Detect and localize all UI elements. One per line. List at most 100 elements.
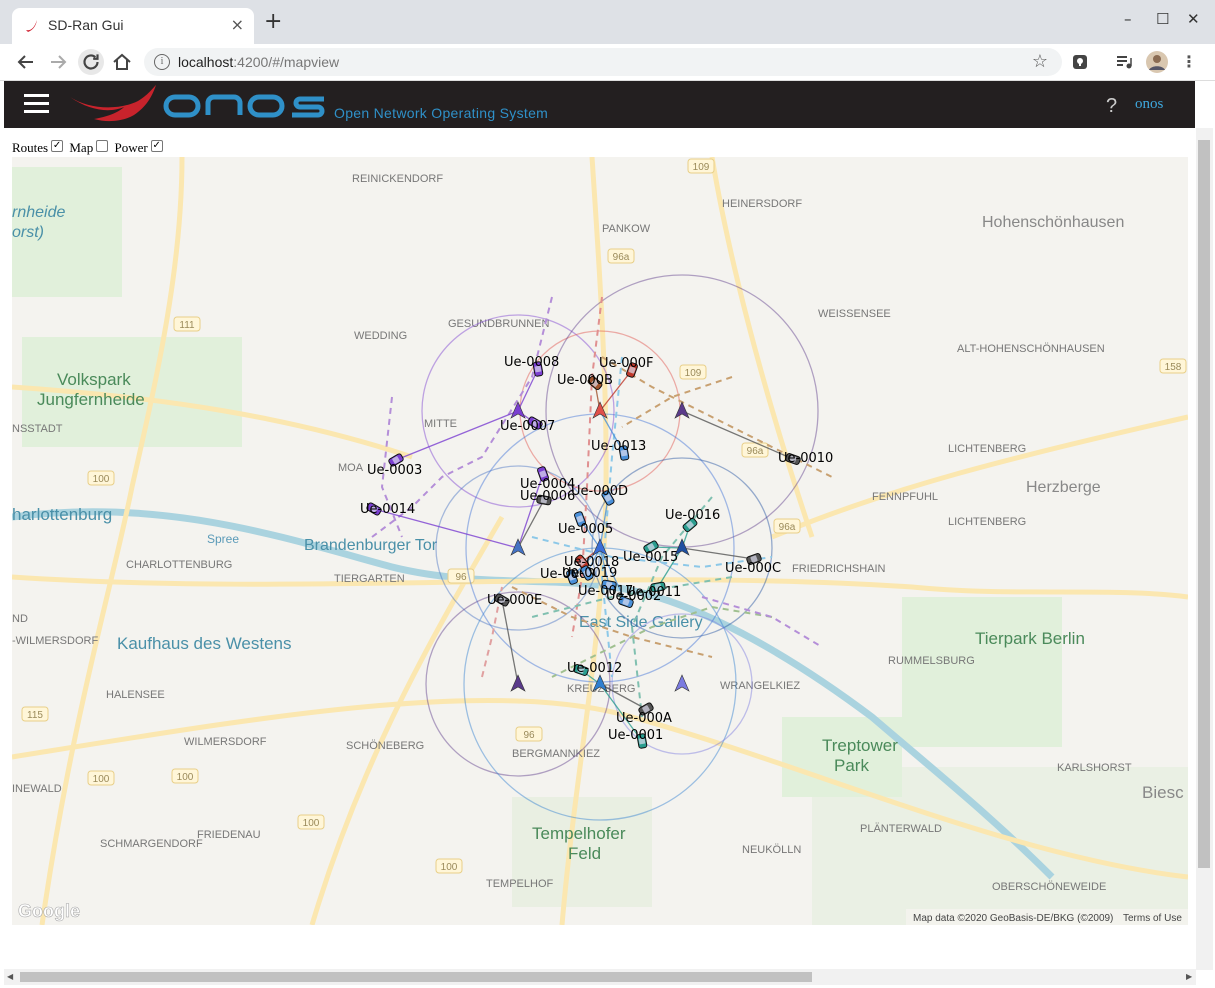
map-place-label: -WILMERSDORF [12, 635, 98, 647]
back-icon[interactable] [14, 50, 38, 74]
extension-shield-icon[interactable] [1070, 52, 1090, 72]
map-place-label: WRANGELKIEZ [720, 680, 800, 692]
map-place-label: WILMERSDORF [184, 736, 267, 748]
home-icon[interactable] [110, 50, 134, 74]
maximize-icon[interactable]: ☐ [1156, 10, 1169, 28]
road-shield: 100 [87, 470, 115, 486]
url-input[interactable]: i localhost:4200/#/mapview ☆ [144, 48, 1062, 76]
map-place-label: KARLSHORST [1057, 762, 1132, 774]
svg-text:100: 100 [441, 862, 458, 873]
map-place-label: RUMMELSBURG [888, 655, 975, 667]
tab-title: SD-Ran Gui [48, 17, 124, 33]
onos-header: Open Network Operating System ? onos [4, 81, 1195, 128]
map-place-label: REINICKENDORF [352, 173, 443, 185]
ue-marker[interactable]: Ue-000E [487, 593, 542, 608]
ue-label: Ue-0012 [567, 661, 622, 676]
ue-label: Ue-0013 [591, 439, 646, 454]
svg-text:115: 115 [27, 710, 43, 721]
terms-of-use-link[interactable]: Terms of Use [1123, 913, 1182, 924]
chrome-menu-icon[interactable]: ⋮ [1177, 50, 1201, 74]
help-icon[interactable]: ? [1106, 95, 1117, 118]
hamburger-menu-icon[interactable] [24, 94, 49, 114]
reload-icon[interactable] [78, 49, 104, 75]
google-logo: Google [18, 901, 80, 921]
svg-text:111: 111 [179, 320, 195, 331]
map-place-label: LICHTENBERG [948, 516, 1026, 528]
map-place-label: orst) [12, 224, 44, 241]
svg-text:96a: 96a [747, 446, 764, 457]
map-checkbox[interactable] [96, 140, 109, 153]
ue-marker[interactable]: Ue-0019 [562, 565, 617, 581]
svg-text:96: 96 [455, 572, 467, 583]
horizontal-scrollbar[interactable]: ◀ ▶ [4, 969, 1196, 985]
map-place-label: HALENSEE [106, 689, 165, 701]
vertical-scrollbar[interactable] [1196, 128, 1213, 970]
map-place-label: SCHÖNEBERG [346, 740, 424, 752]
ue-marker[interactable]: Ue-0007 [500, 416, 555, 434]
road-shield: 96 [515, 726, 543, 742]
power-checkbox[interactable]: ✓ [150, 140, 163, 153]
svg-text:158: 158 [1165, 362, 1182, 373]
scroll-right-icon[interactable]: ▶ [1186, 972, 1192, 981]
ue-marker[interactable]: Ue-0006 [520, 489, 575, 506]
new-tab-button[interactable]: + [264, 11, 282, 33]
ue-label: Ue-0007 [500, 419, 555, 434]
routes-checkbox[interactable]: ✓ [51, 140, 64, 153]
ue-label: Ue-000A [616, 711, 672, 726]
tab-close-icon[interactable]: × [231, 15, 244, 34]
site-info-icon[interactable]: i [154, 54, 170, 70]
onos-favicon-icon [26, 20, 37, 32]
map-place-label: Brandenburger Tor [304, 537, 438, 554]
close-window-icon[interactable]: ✕ [1187, 10, 1200, 28]
map-place-label: BERGMANNKIEZ [512, 748, 600, 760]
map-place-label: FRIEDENAU [197, 829, 261, 841]
map-data-attribution: Map data ©2020 GeoBasis-DE/BKG (©2009) [913, 913, 1113, 924]
bookmark-star-icon[interactable]: ☆ [1032, 51, 1048, 72]
map-label: Map [69, 140, 94, 156]
road-shield: 96a [607, 248, 635, 264]
ue-label: Ue-0019 [562, 566, 617, 581]
ue-marker[interactable]: Ue-0011 [626, 581, 681, 600]
user-name-link[interactable]: onos [1135, 96, 1163, 113]
map-place-label: NSSTADT [12, 423, 63, 435]
profile-avatar[interactable] [1146, 51, 1168, 73]
map-place-label: SCHMARGENDORF [100, 838, 203, 850]
map-canvas[interactable]: 109 111 96a 109 100 158 96a 96a 96 100 96 115 100 100… [12, 157, 1188, 925]
map-place-label: TIERGARTEN [334, 573, 405, 585]
ue-label: Ue-0008 [504, 355, 559, 370]
road-shield: 100 [87, 770, 115, 786]
road-shield: 100 [297, 814, 325, 830]
address-bar-row: i localhost:4200/#/mapview ☆ ⋮ [0, 44, 1215, 81]
map-place-label: Tempelhofer [532, 824, 626, 843]
map-place-label: Feld [568, 844, 601, 863]
ue-label: Ue-0011 [626, 585, 681, 600]
svg-text:100: 100 [93, 474, 110, 485]
ue-marker[interactable]: Ue-0010 [778, 451, 833, 466]
scroll-left-icon[interactable]: ◀ [7, 972, 13, 981]
ue-label: Ue-0001 [608, 728, 663, 743]
minimize-icon[interactable]: – [1124, 10, 1132, 28]
road-shield: 96a [741, 442, 769, 458]
ue-marker[interactable]: Ue-0014 [360, 502, 415, 517]
ue-label: Ue-000E [487, 593, 542, 608]
media-control-icon[interactable] [1114, 52, 1134, 72]
map-view[interactable]: 109 111 96a 109 100 158 96a 96a 96 100 96 115 100 100… [12, 157, 1188, 925]
layer-controls: Routes ✓ Map Power ✓ [12, 139, 166, 156]
browser-tab[interactable]: SD-Ran Gui × [12, 8, 254, 44]
url-path: :4200/#/mapview [233, 54, 340, 70]
svg-text:109: 109 [693, 162, 710, 173]
ue-marker[interactable]: Ue-0012 [567, 661, 622, 676]
map-place-label: ND [12, 613, 28, 625]
map-place-label: LICHTENBERG [948, 443, 1026, 455]
ue-label: Ue-000C [725, 561, 781, 576]
ue-label: Ue-0016 [665, 508, 720, 523]
map-place-label: PANKOW [602, 223, 651, 235]
ue-label: Ue-0010 [778, 451, 833, 466]
map-place-label: WEDDING [354, 330, 407, 342]
road-shield: 111 [173, 316, 201, 332]
forward-icon[interactable] [46, 50, 70, 74]
ue-marker[interactable]: Ue-000B [557, 373, 613, 391]
map-place-label: FRIEDRICHSHAIN [792, 563, 886, 575]
ue-label: Ue-0014 [360, 502, 415, 517]
road-shield: 109 [687, 158, 715, 174]
